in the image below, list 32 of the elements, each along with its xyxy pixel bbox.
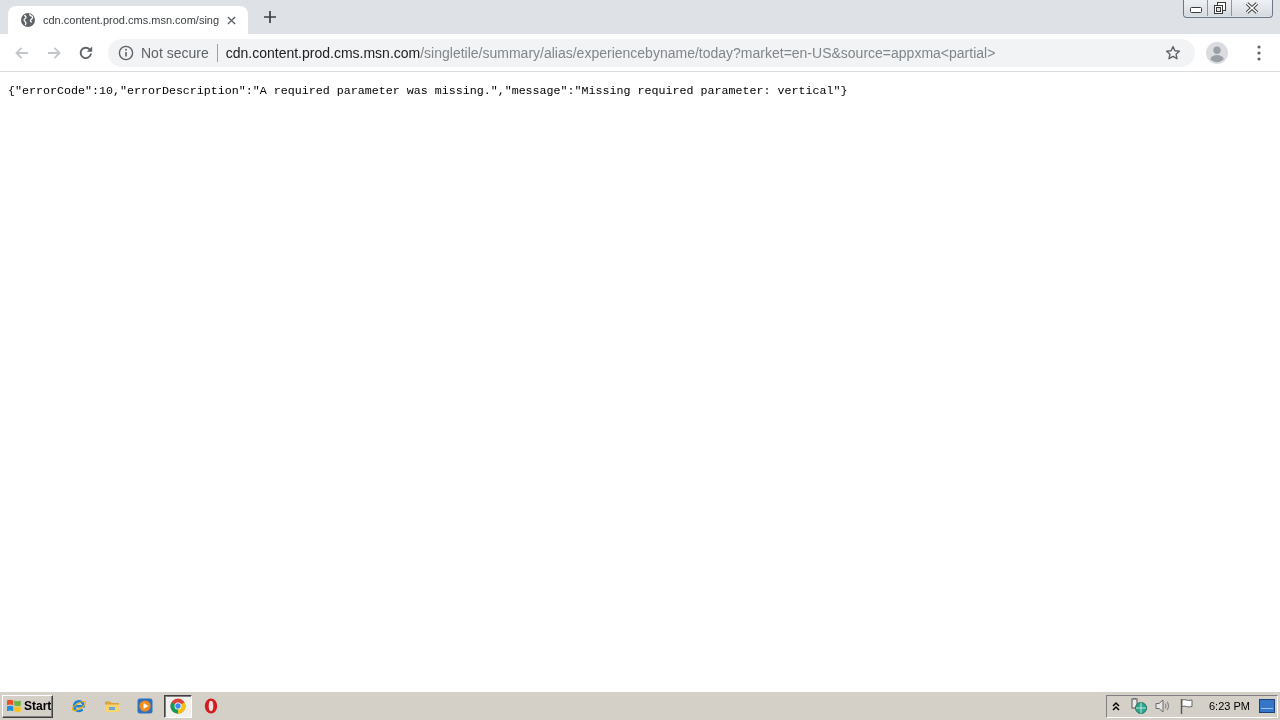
monitor-icon[interactable]: [1259, 699, 1275, 713]
plus-icon[interactable]: [264, 11, 276, 23]
close-icon[interactable]: [227, 15, 236, 25]
minimize-button[interactable]: [1184, 0, 1208, 16]
globe-icon: [20, 12, 36, 28]
flag-logo-icon: [6, 698, 22, 714]
chevron-up-icon[interactable]: [1112, 701, 1120, 711]
browser-tab[interactable]: cdn.content.prod.cms.msn.com/sing: [8, 6, 248, 34]
menu-icon[interactable]: [1257, 44, 1261, 61]
speaker-icon[interactable]: [1154, 698, 1170, 714]
network-icon[interactable]: [1130, 698, 1148, 714]
url-text[interactable]: cdn.content.prod.cms.msn.com/singletile/summary/alias/experiencebyname/today?market=en-US&source=appxma<partial>: [225, 44, 996, 61]
segmented-circle-icon: [170, 698, 186, 714]
e-logo-icon: [71, 698, 87, 714]
taskbar-app-button[interactable]: [164, 694, 192, 718]
close-icon: [1245, 2, 1259, 14]
restore-icon: [1213, 2, 1226, 14]
json-text: {"errorCode":10,"errorDescription":"A required parameter was missing.","message":"Missing required parameter: vertical"}: [8, 84, 848, 99]
info-icon[interactable]: [118, 44, 134, 61]
play-icon: [137, 698, 153, 714]
ring-icon: [203, 698, 219, 714]
reload-icon[interactable]: [78, 44, 94, 61]
close-button[interactable]: [1232, 0, 1272, 16]
security-label[interactable]: Not secure: [141, 44, 209, 61]
star-icon[interactable]: [1165, 44, 1181, 61]
address-bar[interactable]: Not secure cdn.content.prod.cms.msn.com/singletile/summary/alias/experiencebyname/today?market=en-US&source=appxma<partial>: [108, 38, 1195, 67]
start-button[interactable]: Start: [2, 694, 53, 718]
clock-text[interactable]: 6:23 PM: [1209, 700, 1250, 712]
flag-icon[interactable]: [1179, 698, 1195, 714]
minimize-icon: [1189, 7, 1202, 13]
restore-button[interactable]: [1208, 0, 1232, 16]
avatar-icon[interactable]: [1206, 41, 1228, 64]
